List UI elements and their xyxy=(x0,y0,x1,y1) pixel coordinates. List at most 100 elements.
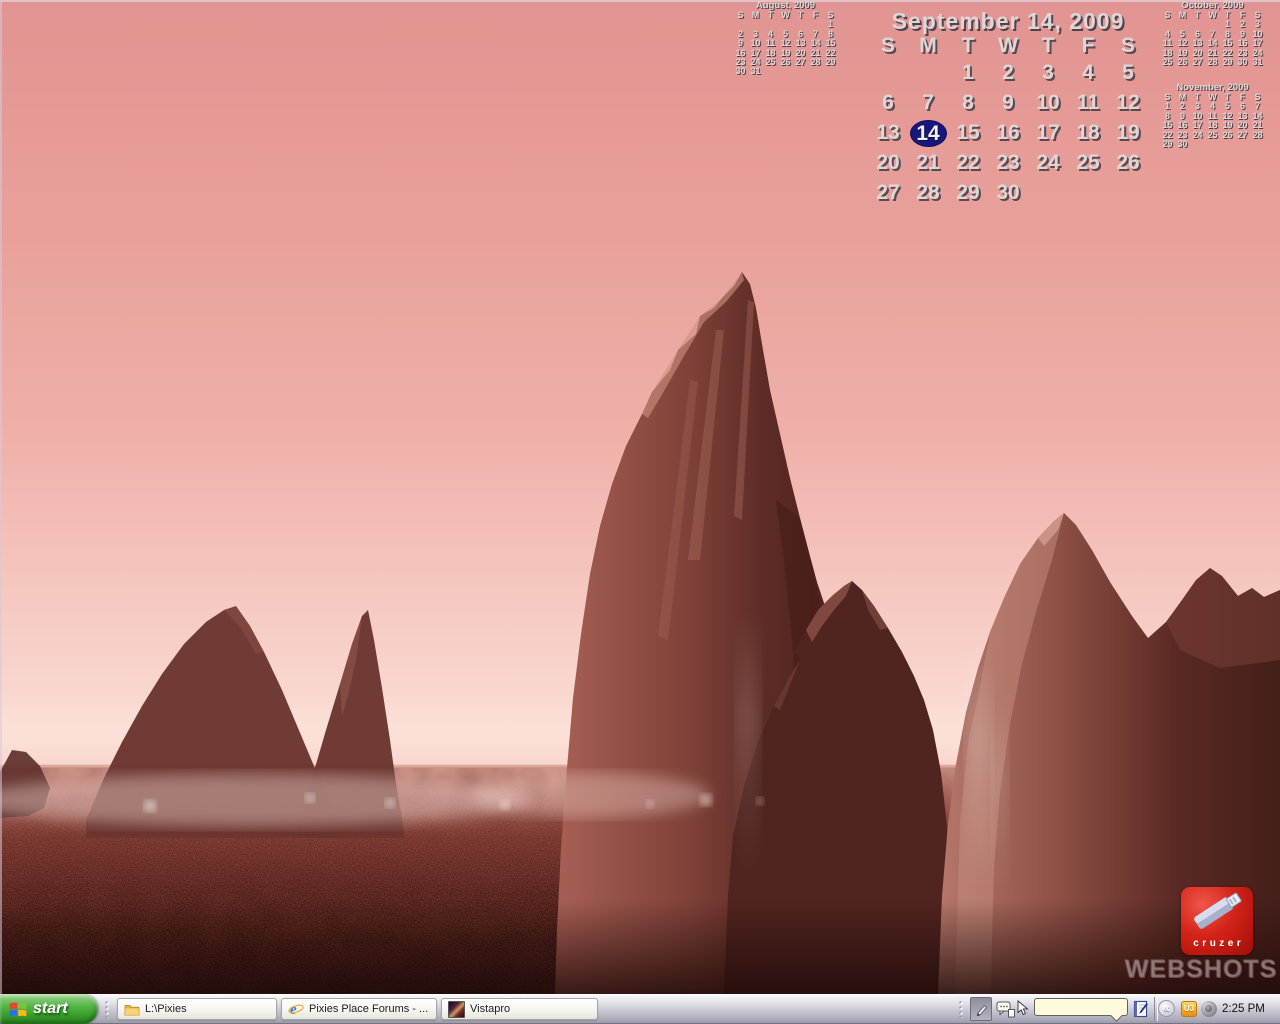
pen-icon xyxy=(974,1002,989,1017)
taskbar-button-label: Pixies Place Forums - ... xyxy=(309,1003,428,1015)
taskbar-button-vistapro[interactable]: Vistapro xyxy=(441,998,598,1020)
tray-toolbar-grip[interactable] xyxy=(958,1000,968,1018)
cruzer-label: cruzer xyxy=(1181,938,1253,949)
screen-top-edge xyxy=(0,0,1280,2)
journal-icon[interactable] xyxy=(1132,1000,1150,1018)
pen-tool-button[interactable] xyxy=(970,997,992,1021)
calendar-day-cell xyxy=(1250,140,1265,149)
taskbar-button-label: Vistapro xyxy=(470,1003,510,1015)
device-icon[interactable] xyxy=(1201,1001,1217,1017)
calendar-day-cell xyxy=(1205,140,1220,149)
calendar-day-header: W xyxy=(778,11,793,20)
calendar-day-cell: 7 xyxy=(908,88,948,118)
calendar-day-cell: 27 xyxy=(1235,131,1250,140)
mini-calendar-august: August, 2009 SMTWTFS12345678910111213141… xyxy=(733,0,838,77)
calendar-day-header: M xyxy=(748,11,763,20)
calendar-day-cell xyxy=(1235,140,1250,149)
calendar-day-cell: 20 xyxy=(868,148,908,178)
calendar-day-cell: 27 xyxy=(793,58,808,67)
tray-clock[interactable]: 2:25 PM xyxy=(1222,994,1265,1024)
calendar-day-cell xyxy=(1028,178,1068,208)
foreground-shade xyxy=(0,900,1280,994)
calendar-day-cell: 24 xyxy=(1190,131,1205,140)
calendar-day-header: W xyxy=(1205,11,1220,20)
calendar-day-cell: 14 xyxy=(908,118,948,148)
internet-explorer-icon: e xyxy=(288,1001,304,1017)
calendar-day-cell: 25 xyxy=(1068,148,1108,178)
calendar-day-cell xyxy=(823,67,838,76)
calendar-day-header: S xyxy=(1108,34,1148,58)
start-label: start xyxy=(33,1000,74,1018)
calendar-day-cell: 29 xyxy=(823,58,838,67)
calendar-day-cell: 26 xyxy=(1108,148,1148,178)
calendar-day-cell: 5 xyxy=(1108,58,1148,88)
calendar-day-cell: 21 xyxy=(908,148,948,178)
cursor-icon[interactable] xyxy=(1016,1000,1030,1017)
calendar-day-cell: 31 xyxy=(1250,58,1265,67)
calendar-day-cell xyxy=(1190,140,1205,149)
calendar-day-header: M xyxy=(908,34,948,58)
calendar-day-header: S xyxy=(868,34,908,58)
calendar-day-cell: 4 xyxy=(1068,58,1108,88)
main-calendar-september: September 14, 2009 SMTWTFS12345678910111… xyxy=(868,8,1148,208)
calendar-day-cell: 12 xyxy=(1108,88,1148,118)
calendar-day-cell: 10 xyxy=(1028,88,1068,118)
calendar-day-header: S xyxy=(1160,11,1175,20)
calendar-day-cell xyxy=(808,67,823,76)
calendar-selected-day: 14 xyxy=(911,121,946,146)
calendar-day-cell: 26 xyxy=(1175,58,1190,67)
start-button[interactable]: start xyxy=(0,994,98,1024)
calendar-day-cell: 26 xyxy=(778,58,793,67)
calendar-day-cell: 29 xyxy=(1160,140,1175,149)
u3-launchpad-icon[interactable]: U3 xyxy=(1181,1001,1197,1017)
calendar-day-cell: 16 xyxy=(988,118,1028,148)
input-balloon[interactable] xyxy=(1034,998,1128,1016)
calendar-day-cell: 28 xyxy=(1250,131,1265,140)
calendar-day-header: T xyxy=(1190,11,1205,20)
calendar-day-cell: 24 xyxy=(1028,148,1068,178)
vistapro-thumbnail-icon xyxy=(448,1001,465,1018)
calendar-day-cell: 15 xyxy=(948,118,988,148)
calendar-day-header: T xyxy=(1028,34,1068,58)
calendar-day-cell xyxy=(1068,178,1108,208)
calendar-day-cell: 30 xyxy=(1175,140,1190,149)
calendar-day-header: T xyxy=(763,11,778,20)
calendar-day-cell: 31 xyxy=(748,67,763,76)
calendar-day-cell: 30 xyxy=(1235,58,1250,67)
taskbar-button-label: L:\Pixies xyxy=(145,1003,187,1015)
calendar-day-cell: 30 xyxy=(988,178,1028,208)
calendar-day-cell: 8 xyxy=(948,88,988,118)
calendar-day-header: T xyxy=(793,11,808,20)
desktop: August, 2009 SMTWTFS12345678910111213141… xyxy=(0,0,1280,1024)
calendar-day-cell: 19 xyxy=(1108,118,1148,148)
calendar-day-cell: 17 xyxy=(1028,118,1068,148)
calendar-day-cell: 11 xyxy=(1068,88,1108,118)
calendar-day-cell: 29 xyxy=(948,178,988,208)
calendar-day-cell xyxy=(1108,178,1148,208)
folder-icon xyxy=(124,1003,140,1016)
hidden-icons-chevron-icon[interactable]: « xyxy=(1158,1000,1175,1017)
calendar-day-cell: 27 xyxy=(868,178,908,208)
taskbar-grip[interactable] xyxy=(104,1000,109,1018)
calendar-day-header: T xyxy=(948,34,988,58)
calendar-day-cell: 3 xyxy=(1028,58,1068,88)
calendar-day-cell: 25 xyxy=(1205,131,1220,140)
calendar-day-cell: 28 xyxy=(808,58,823,67)
desktop-icon-cruzer[interactable]: cruzer xyxy=(1181,887,1253,955)
calendar-day-cell xyxy=(763,67,778,76)
calendar-day-cell xyxy=(778,67,793,76)
calendar-title: September 14, 2009 xyxy=(868,8,1148,34)
calendar-day-header: F xyxy=(808,11,823,20)
calendar-day-header: S xyxy=(733,11,748,20)
taskbar-button-pixies-forums[interactable]: e Pixies Place Forums - ... xyxy=(281,998,437,1020)
calendar-day-header: F xyxy=(1068,34,1108,58)
calendar-day-header: W xyxy=(988,34,1028,58)
speech-bubble-icon[interactable] xyxy=(996,1001,1016,1018)
calendar-day-cell: 28 xyxy=(908,178,948,208)
windows-logo-icon xyxy=(8,1000,28,1019)
calendar-day-cell: 25 xyxy=(763,58,778,67)
calendar-day-cell: 18 xyxy=(1068,118,1108,148)
calendar-day-cell: 28 xyxy=(1205,58,1220,67)
calendar-day-cell xyxy=(908,58,948,88)
taskbar-button-pixies-folder[interactable]: L:\Pixies xyxy=(117,998,277,1020)
